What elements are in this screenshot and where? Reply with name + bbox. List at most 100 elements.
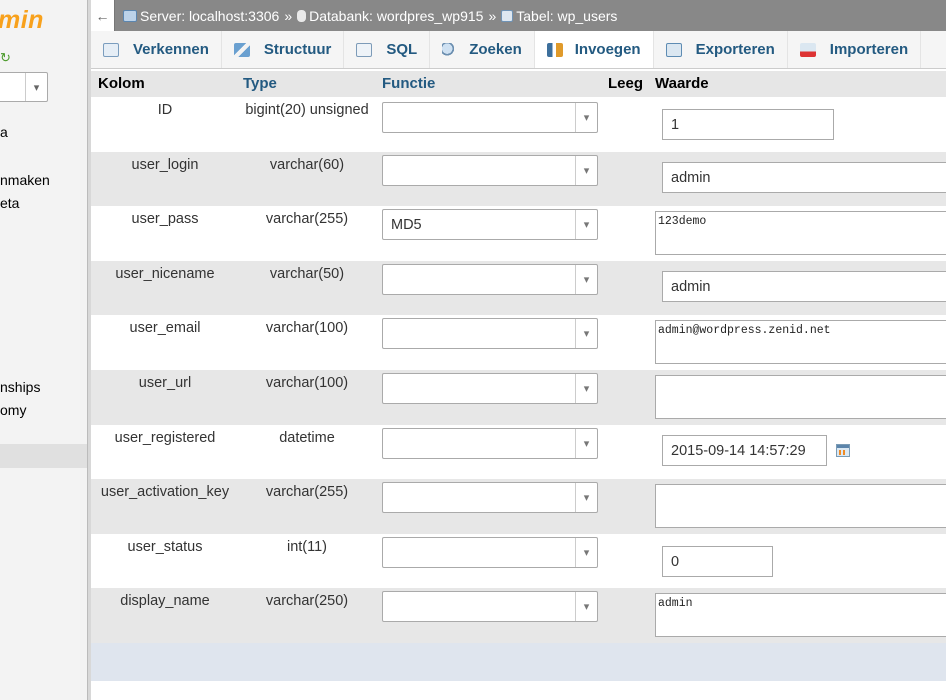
- table-row: display_name varchar(250) ▾ admin: [91, 588, 946, 643]
- value-textarea[interactable]: admin: [655, 593, 946, 637]
- field-name: ID: [157, 102, 173, 118]
- database-icon: [297, 9, 307, 22]
- function-select[interactable]: MD5 ▾: [382, 209, 598, 240]
- chevron-down-icon[interactable]: ▾: [575, 592, 597, 621]
- field-type: varchar(250): [265, 593, 349, 609]
- chevron-down-icon[interactable]: ▾: [575, 483, 597, 512]
- back-arrow-icon[interactable]: ←: [91, 0, 115, 31]
- calendar-icon[interactable]: [836, 444, 850, 457]
- column-header-functie[interactable]: Functie: [382, 75, 435, 92]
- breadcrumb-separator: »: [284, 7, 293, 24]
- chevron-down-icon[interactable]: ▾: [575, 319, 597, 348]
- chevron-down-icon[interactable]: ▾: [575, 374, 597, 403]
- export-icon: [665, 42, 682, 57]
- value-input[interactable]: 1: [662, 109, 834, 140]
- browse-icon: [103, 42, 119, 57]
- function-select[interactable]: ▾: [382, 373, 598, 404]
- value-textarea[interactable]: 123demo: [655, 211, 946, 255]
- breadcrumb-database[interactable]: Databank: wordpres_wp915: [297, 8, 483, 24]
- function-select[interactable]: ▾: [382, 102, 598, 133]
- insert-table-header: Kolom Type Functie Leeg Waarde: [91, 71, 946, 97]
- field-type: varchar(100): [265, 375, 349, 391]
- field-name: user_email: [129, 320, 201, 336]
- function-select[interactable]: ▾: [382, 155, 598, 186]
- table-row: user_activation_key varchar(255) ▾: [91, 479, 946, 534]
- breadcrumb-server-label[interactable]: Server: localhost:3306: [140, 8, 279, 24]
- breadcrumb-separator: »: [488, 7, 497, 24]
- function-select[interactable]: ▾: [382, 482, 598, 513]
- database-select[interactable]: ▾: [0, 72, 48, 102]
- datetime-input[interactable]: 2015-09-14 14:57:29: [662, 435, 827, 466]
- table-row: user_email varchar(100) ▾ admin@wordpres…: [91, 315, 946, 370]
- sidebar-item[interactable]: omy: [0, 402, 26, 418]
- chevron-down-icon[interactable]: ▾: [575, 538, 597, 567]
- sidebar-item[interactable]: a: [0, 124, 8, 140]
- field-type: varchar(60): [269, 157, 345, 173]
- function-select[interactable]: ▾: [382, 318, 598, 349]
- value-input[interactable]: 0: [662, 546, 773, 577]
- tab-label: Exporteren: [695, 41, 775, 58]
- chevron-down-icon[interactable]: ▾: [575, 156, 597, 185]
- tab-label: Structuur: [263, 41, 332, 58]
- sidebar-item[interactable]: eta: [0, 195, 19, 211]
- sql-icon: [356, 42, 373, 57]
- server-icon: [123, 9, 137, 22]
- form-footer: [91, 643, 946, 681]
- tab-insert[interactable]: Invoegen: [534, 31, 654, 68]
- tab-export[interactable]: Exporteren: [654, 31, 788, 68]
- field-type: varchar(255): [265, 484, 349, 500]
- field-type: datetime: [279, 430, 335, 446]
- breadcrumb-database-label[interactable]: Databank: wordpres_wp915: [309, 8, 483, 24]
- field-type: varchar(50): [269, 266, 345, 282]
- value-input[interactable]: admin: [662, 271, 946, 302]
- field-type: bigint(20) unsigned: [245, 102, 369, 118]
- breadcrumb-table[interactable]: Tabel: wp_users: [501, 8, 617, 24]
- chevron-down-icon[interactable]: ▾: [575, 429, 597, 458]
- field-type: int(11): [286, 539, 328, 555]
- value-input[interactable]: admin: [662, 162, 946, 193]
- field-name: user_url: [138, 375, 192, 391]
- field-name: user_login: [131, 157, 199, 173]
- sidebar-item[interactable]: nships: [0, 379, 40, 395]
- function-select[interactable]: ▾: [382, 537, 598, 568]
- sidebar-item[interactable]: nmaken: [0, 172, 50, 188]
- column-header-type[interactable]: Type: [243, 75, 277, 92]
- sidebar-selected-item[interactable]: [0, 444, 87, 468]
- tab-browse[interactable]: Verkennen: [91, 31, 222, 68]
- field-name: user_registered: [114, 430, 216, 446]
- reload-navigation-icon[interactable]: ↻: [0, 50, 11, 65]
- structure-icon: [233, 42, 250, 57]
- breadcrumb: ← Server: localhost:3306 » Databank: wor…: [91, 0, 946, 31]
- field-name: display_name: [120, 593, 210, 609]
- phpmyadmin-logo[interactable]: min: [0, 6, 44, 35]
- value-textarea[interactable]: [655, 484, 946, 528]
- field-type: varchar(100): [265, 320, 349, 336]
- field-name: user_pass: [131, 211, 199, 227]
- value-textarea[interactable]: admin@wordpress.zenid.net: [655, 320, 946, 364]
- chevron-down-icon[interactable]: ▾: [575, 210, 597, 239]
- table-row: user_registered datetime ▾ 2015-09-14 14…: [91, 425, 946, 480]
- navigation-sidebar: min ↻ ▾ a nmaken eta nships omy: [0, 0, 87, 700]
- tab-search[interactable]: Zoeken: [430, 31, 535, 68]
- value-textarea[interactable]: [655, 375, 946, 419]
- table-row: user_url varchar(100) ▾: [91, 370, 946, 425]
- chevron-down-icon[interactable]: ▾: [575, 265, 597, 294]
- tab-structure[interactable]: Structuur: [222, 31, 345, 68]
- function-select[interactable]: ▾: [382, 428, 598, 459]
- column-header-leeg: Leeg: [608, 75, 644, 92]
- tab-label: SQL: [386, 41, 418, 58]
- column-header-waarde: Waarde: [655, 75, 709, 92]
- tab-import[interactable]: Importeren: [788, 31, 922, 68]
- chevron-down-icon[interactable]: ▾: [25, 73, 47, 101]
- breadcrumb-table-label[interactable]: Tabel: wp_users: [516, 8, 617, 24]
- breadcrumb-server[interactable]: Server: localhost:3306: [115, 8, 279, 24]
- tab-sql[interactable]: SQL: [344, 31, 431, 68]
- tab-label: Invoegen: [574, 41, 641, 58]
- chevron-down-icon[interactable]: ▾: [575, 103, 597, 132]
- function-select[interactable]: ▾: [382, 264, 598, 295]
- field-name: user_nicename: [115, 266, 215, 282]
- function-select[interactable]: ▾: [382, 591, 598, 622]
- function-select-value: MD5: [391, 217, 422, 233]
- column-header-kolom: Kolom: [98, 75, 145, 92]
- insert-icon: [546, 42, 563, 57]
